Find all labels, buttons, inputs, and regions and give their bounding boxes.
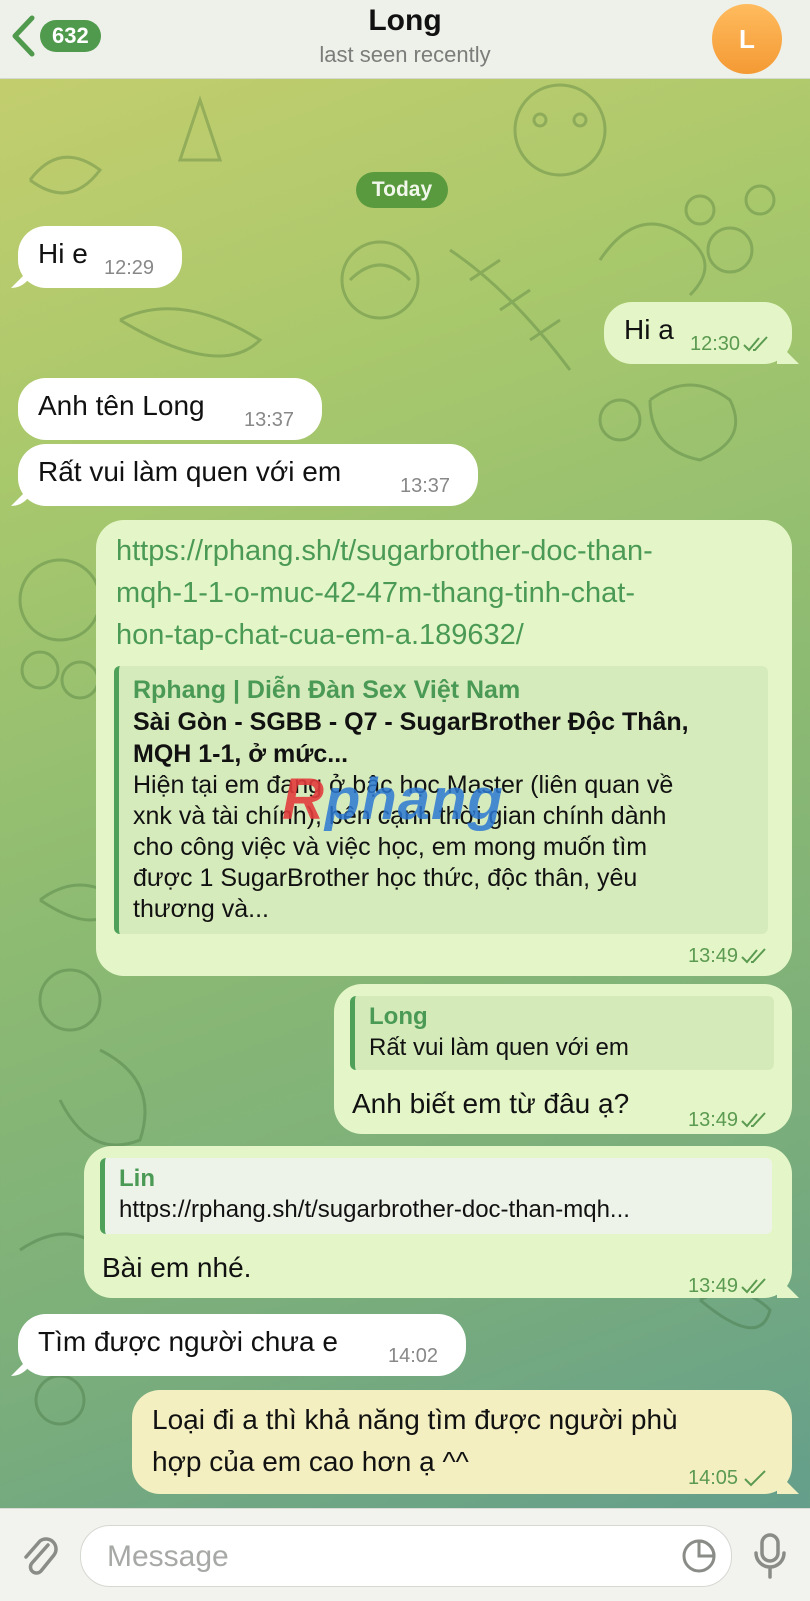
preview-title: Sài Gòn - SGBB - Q7 - SugarBrother Độc T… bbox=[133, 708, 689, 736]
sticker-icon[interactable] bbox=[681, 1538, 717, 1574]
message-text: hợp của em cao hơn ạ ^^ bbox=[152, 1446, 469, 1477]
message-time: 14:02 bbox=[388, 1345, 439, 1367]
preview-description: cho công việc và việc học, em mong muốn … bbox=[133, 833, 648, 861]
watermark-logo: Rphang bbox=[282, 767, 504, 832]
message-text: Loại đi a thì khả năng tìm được người ph… bbox=[152, 1404, 678, 1435]
message-text: Hi a bbox=[624, 314, 674, 345]
chat-status: last seen recently bbox=[319, 42, 491, 67]
message-bubble-incoming[interactable]: Anh tên Long 13:37 bbox=[18, 378, 322, 440]
reply-author: Lin bbox=[119, 1165, 155, 1192]
message-text: Anh tên Long bbox=[38, 390, 205, 421]
reply-author: Long bbox=[369, 1003, 428, 1030]
attach-icon[interactable] bbox=[18, 1533, 60, 1579]
message-bubble-link[interactable]: https://rphang.sh/t/sugarbrother-doc-tha… bbox=[96, 520, 792, 976]
message-input-bar bbox=[0, 1508, 810, 1601]
message-time: 12:29 bbox=[104, 257, 155, 279]
message-bubble-reply[interactable]: Lin https://rphang.sh/t/sugarbrother-doc… bbox=[84, 1146, 792, 1298]
message-text: Rất vui làm quen với em bbox=[38, 456, 342, 487]
message-bubble-incoming[interactable]: Tìm được người chưa e 14:02 bbox=[18, 1314, 466, 1376]
reply-text: https://rphang.sh/t/sugarbrother-doc-tha… bbox=[119, 1196, 630, 1223]
message-time: 13:37 bbox=[400, 475, 451, 497]
reply-quote[interactable]: Lin https://rphang.sh/t/sugarbrother-doc… bbox=[100, 1158, 772, 1234]
message-text: Hi e bbox=[38, 238, 88, 269]
double-check-icon bbox=[743, 336, 768, 352]
message-text: Tìm được người chưa e bbox=[38, 1326, 338, 1357]
double-check-icon bbox=[741, 1112, 766, 1128]
preview-description: thương và... bbox=[133, 895, 269, 923]
message-time: 12:30 bbox=[690, 328, 771, 360]
message-time: 13:49 bbox=[688, 940, 769, 972]
message-input[interactable] bbox=[105, 1536, 649, 1578]
message-bubble-incoming[interactable]: Hi e 12:29 bbox=[18, 226, 182, 288]
message-time: 14:05 bbox=[688, 1462, 769, 1494]
double-check-icon bbox=[741, 948, 766, 964]
reply-text: Rất vui làm quen với em bbox=[369, 1034, 629, 1061]
date-separator: Today bbox=[356, 172, 448, 208]
message-bubble-outgoing[interactable]: Hi a 12:30 bbox=[604, 302, 792, 364]
preview-description: được 1 SugarBrother học thức, độc thân, … bbox=[133, 864, 638, 892]
link-url[interactable]: https://rphang.sh/t/sugarbrother-doc-tha… bbox=[116, 530, 653, 656]
double-check-icon bbox=[741, 1278, 766, 1294]
preview-site-name: Rphang | Diễn Đàn Sex Việt Nam bbox=[133, 676, 521, 704]
message-text: Bài em nhé. bbox=[102, 1252, 252, 1283]
reply-quote[interactable]: Long Rất vui làm quen với em bbox=[350, 996, 774, 1070]
message-bubble-reply[interactable]: Long Rất vui làm quen với em Anh biết em… bbox=[334, 984, 792, 1134]
message-bubble-incoming[interactable]: Rất vui làm quen với em 13:37 bbox=[18, 444, 478, 506]
message-time: 13:49 bbox=[688, 1104, 769, 1136]
single-check-icon bbox=[744, 1470, 766, 1487]
message-field[interactable] bbox=[80, 1525, 732, 1587]
message-time: 13:37 bbox=[244, 409, 295, 431]
chat-header: 632 Long last seen recently L bbox=[0, 0, 810, 79]
message-bubble-outgoing[interactable]: Loại đi a thì khả năng tìm được người ph… bbox=[132, 1390, 792, 1494]
avatar[interactable]: L bbox=[712, 4, 782, 74]
mic-icon[interactable] bbox=[750, 1531, 790, 1581]
chat-title[interactable]: Long bbox=[0, 4, 810, 38]
message-time: 13:49 bbox=[688, 1270, 769, 1302]
message-text: Anh biết em từ đâu ạ? bbox=[352, 1088, 630, 1119]
